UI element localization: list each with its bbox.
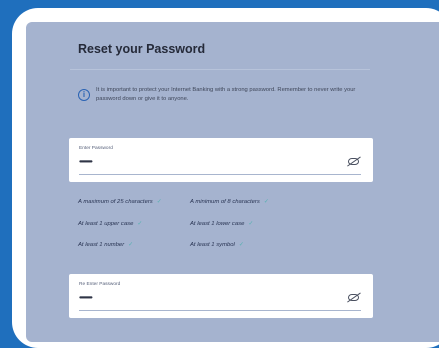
password-field[interactable]: Enter Password •••••••••••• (69, 138, 373, 182)
rule-symbol: At least 1 symbol ✓ (190, 242, 244, 248)
confirm-password-input[interactable]: •••••••••••• (79, 293, 93, 302)
confirm-password-field[interactable]: Re Enter Password •••••••••••• (69, 274, 373, 318)
check-icon: ✓ (156, 199, 162, 205)
password-underline (79, 174, 361, 175)
info-message: It is important to protect your Internet… (96, 87, 356, 102)
rule-number: At least 1 number ✓ (78, 242, 134, 248)
password-label: Enter Password (79, 146, 113, 151)
confirm-password-label: Re Enter Password (79, 282, 121, 287)
rule-lower-case: At least 1 lower case ✓ (190, 221, 254, 227)
rule-upper-case: At least 1 upper case ✓ (78, 221, 143, 227)
check-icon: ✓ (238, 242, 244, 248)
info-icon: i (78, 89, 90, 101)
check-icon: ✓ (128, 242, 134, 248)
hide-password-icon[interactable] (348, 294, 359, 301)
title-divider (70, 69, 370, 70)
password-input[interactable]: •••••••••••• (79, 157, 93, 166)
hide-password-icon[interactable] (348, 158, 359, 165)
check-icon: ✓ (263, 199, 269, 205)
confirm-password-underline (79, 310, 361, 311)
check-icon: ✓ (137, 221, 143, 227)
check-icon: ✓ (248, 221, 254, 227)
rule-max-characters: A maximum of 25 characters ✓ (78, 199, 162, 205)
rule-min-characters: A minimum of 8 characters ✓ (190, 199, 269, 205)
page-title: Reset your Password (78, 42, 206, 56)
